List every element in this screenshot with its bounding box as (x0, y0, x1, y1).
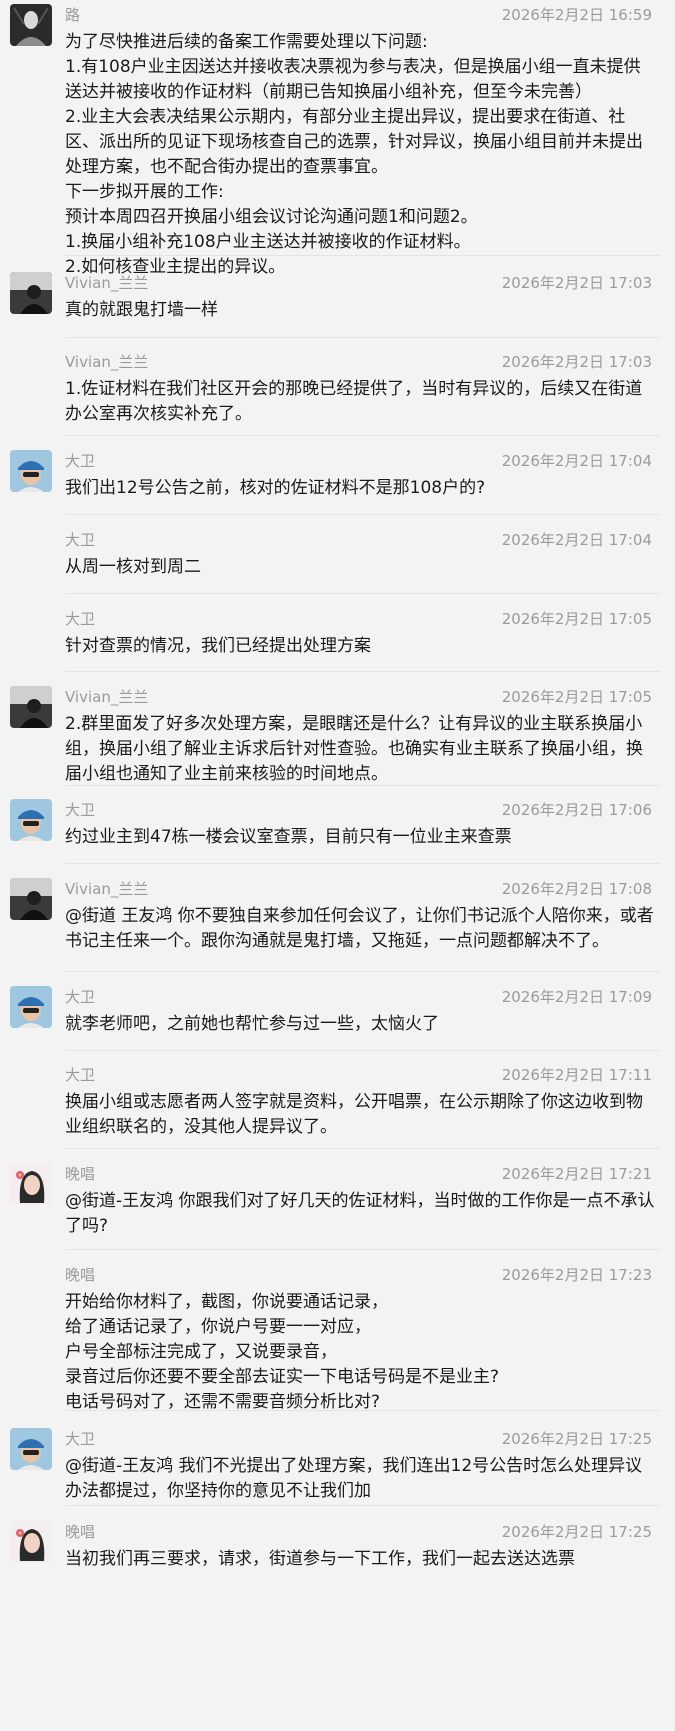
message-timestamp: 2026年2月2日 17:08 (501, 880, 652, 898)
blue-cap-man-avatar (10, 1428, 52, 1470)
message-timestamp: 2026年2月2日 17:04 (501, 531, 652, 549)
dark-figure-avatar (10, 272, 52, 314)
sender-name[interactable]: Vivian_兰兰 (65, 351, 148, 372)
message-text[interactable]: 2.群里面发了好多次处理方案，是眼瞎还是什么？让有异议的业主联系换届小组，换届小… (65, 712, 657, 787)
avatar[interactable] (10, 4, 52, 46)
message-text[interactable]: @街道-王友鸿 你跟我们对了好几天的佐证材料，当时做的工作你是一点不承认了吗? (65, 1189, 657, 1239)
message-text[interactable]: 从周一核对到周二 (65, 555, 657, 580)
chat-history-panel[interactable]: 路 2026年2月2日 16:59 为了尽快推进后续的备案工作需要处理以下问题: 1… (0, 0, 675, 1731)
sender-name[interactable]: 晚唱 (65, 1163, 95, 1184)
message-divider (65, 785, 661, 786)
message-divider (65, 863, 661, 864)
blue-cap-man-avatar (10, 450, 52, 492)
message-timestamp: 2026年2月2日 17:06 (501, 801, 652, 819)
message-text[interactable]: 约过业主到47栋一楼会议室查票，目前只有一位业主来查票 (65, 825, 657, 850)
message-divider (65, 1249, 661, 1250)
message-timestamp: 2026年2月2日 17:21 (501, 1165, 652, 1183)
message-timestamp: 2026年2月2日 17:04 (501, 452, 652, 470)
sender-name[interactable]: 晚唱 (65, 1264, 95, 1285)
message-timestamp: 2026年2月2日 17:03 (501, 353, 652, 371)
message-timestamp: 2026年2月2日 17:25 (501, 1430, 652, 1448)
message-timestamp: 2026年2月2日 17:05 (501, 688, 652, 706)
message-timestamp: 2026年2月2日 17:09 (501, 988, 652, 1006)
message-text[interactable]: 就李老师吧，之前她也帮忙参与过一些，太恼火了 (65, 1012, 657, 1037)
message-divider (65, 514, 661, 515)
message-divider (65, 255, 661, 256)
message-text[interactable]: 为了尽快推进后续的备案工作需要处理以下问题: 1.有108户业主因送达并接收表决… (65, 30, 657, 280)
message-timestamp: 2026年2月2日 17:25 (501, 1523, 652, 1541)
blue-cap-man-avatar (10, 986, 52, 1028)
message-timestamp: 2026年2月2日 17:23 (501, 1266, 652, 1284)
blue-cap-man-avatar (10, 799, 52, 841)
message-text[interactable]: 当初我们再三要求，请求，街道参与一下工作，我们一起去送达选票 (65, 1547, 657, 1572)
sender-name[interactable]: 晚唱 (65, 1521, 95, 1542)
avatar[interactable] (10, 686, 52, 728)
woman-with-flower-avatar (10, 1521, 52, 1563)
black-white-portrait-avatar (10, 4, 52, 46)
sender-name[interactable]: 大卫 (65, 986, 95, 1007)
message-text[interactable]: 针对查票的情况，我们已经提出处理方案 (65, 634, 657, 659)
avatar[interactable] (10, 799, 52, 841)
message-divider (65, 971, 661, 972)
dark-figure-avatar (10, 686, 52, 728)
message-text[interactable]: 换届小组或志愿者两人签字就是资料，公开唱票，在公示期除了你这边收到物业组织联名的… (65, 1090, 657, 1140)
message-divider (65, 1410, 661, 1411)
sender-name[interactable]: 大卫 (65, 1064, 95, 1085)
sender-name[interactable]: 大卫 (65, 1428, 95, 1449)
sender-name[interactable]: 大卫 (65, 450, 95, 471)
avatar[interactable] (10, 986, 52, 1028)
message-text[interactable]: 1.佐证材料在我们社区开会的那晚已经提供了，当时有异议的，后续又在街道办公室再次… (65, 377, 657, 427)
woman-with-flower-avatar (10, 1163, 52, 1205)
message-divider (65, 1148, 661, 1149)
message-divider (65, 593, 661, 594)
message-divider (65, 337, 661, 338)
sender-name[interactable]: 大卫 (65, 799, 95, 820)
avatar[interactable] (10, 450, 52, 492)
message-text[interactable]: @街道-王友鸿 我们不光提出了处理方案，我们连出12号公告时怎么处理异议办法都提… (65, 1454, 657, 1504)
dark-figure-avatar (10, 878, 52, 920)
message-text[interactable]: 真的就跟鬼打墙一样 (65, 298, 657, 323)
sender-name[interactable]: Vivian_兰兰 (65, 272, 148, 293)
sender-name[interactable]: Vivian_兰兰 (65, 878, 148, 899)
avatar[interactable] (10, 1428, 52, 1470)
message-timestamp: 2026年2月2日 17:03 (501, 274, 652, 292)
sender-name[interactable]: 路 (65, 4, 80, 25)
sender-name[interactable]: Vivian_兰兰 (65, 686, 148, 707)
sender-name[interactable]: 大卫 (65, 608, 95, 629)
message-divider (65, 1505, 661, 1506)
message-divider (65, 435, 661, 436)
message-timestamp: 2026年2月2日 17:05 (501, 610, 652, 628)
message-text[interactable]: 我们出12号公告之前，核对的佐证材料不是那108户的? (65, 476, 657, 501)
avatar[interactable] (10, 1521, 52, 1563)
message-divider (65, 1050, 661, 1051)
message-text[interactable]: 开始给你材料了，截图，你说要通话记录， 给了通话记录了，你说户号要一一对应， 户… (65, 1290, 657, 1415)
message-text[interactable]: @街道 王友鸿 你不要独自来参加任何会议了，让你们书记派个人陪你来，或者书记主任… (65, 904, 657, 954)
avatar[interactable] (10, 272, 52, 314)
message-timestamp: 2026年2月2日 17:11 (501, 1066, 652, 1084)
avatar[interactable] (10, 1163, 52, 1205)
message-divider (65, 671, 661, 672)
avatar[interactable] (10, 878, 52, 920)
sender-name[interactable]: 大卫 (65, 529, 95, 550)
message-timestamp: 2026年2月2日 16:59 (501, 6, 652, 24)
